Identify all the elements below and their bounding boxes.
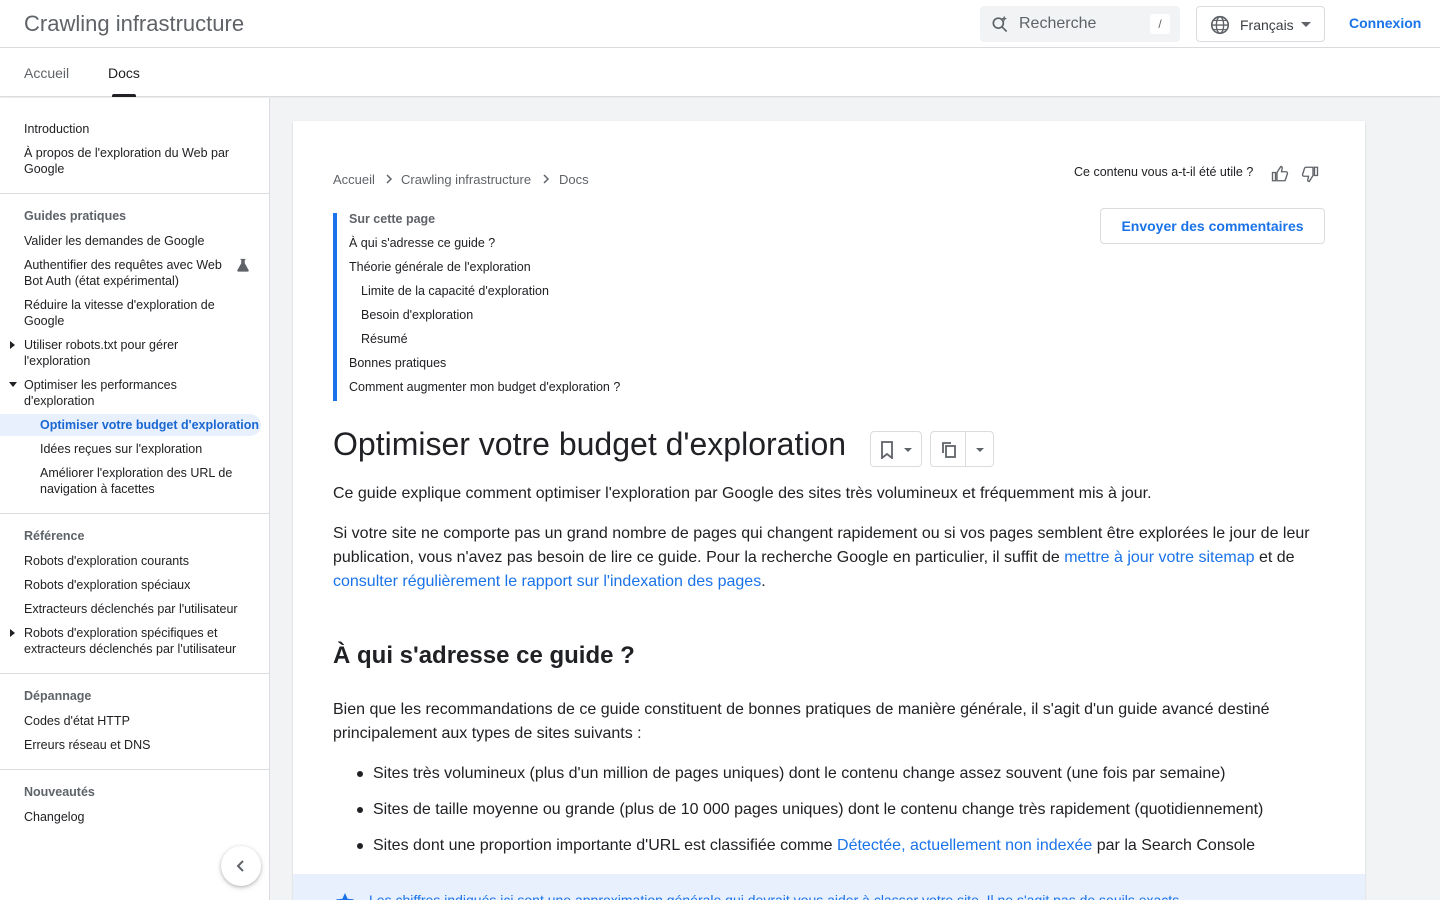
- bullet-dot: [357, 807, 363, 813]
- star-icon: [336, 893, 354, 900]
- button-divider: [965, 432, 966, 466]
- list-item: Sites dont une proportion importante d'U…: [373, 834, 1255, 858]
- sidebar-item-user-fetchers[interactable]: Extracteurs déclenchés par l'utilisateur: [24, 601, 256, 617]
- chevron-right-icon: [386, 174, 393, 184]
- flask-icon: [237, 258, 249, 272]
- copy-icon: [942, 442, 956, 458]
- sitemap-link[interactable]: mettre à jour votre sitemap: [1064, 549, 1254, 566]
- sidebar-heading-troubleshooting: Dépannage: [24, 689, 92, 703]
- sidebar-divider: [0, 513, 269, 514]
- paragraph: Bien que les recommandations de ce guide…: [333, 701, 1270, 742]
- list-item-text: Sites dont une proportion importante d'U…: [373, 837, 838, 854]
- sidebar-divider: [0, 673, 269, 674]
- sidebar-item-verify-requests[interactable]: Valider les demandes de Google: [24, 233, 256, 249]
- thumb-down-icon[interactable]: [1301, 165, 1319, 183]
- intro-paragraph: Ce guide explique comment optimiser l'ex…: [333, 485, 1152, 502]
- collapse-sidebar-button[interactable]: [221, 846, 261, 886]
- sidebar-item-robots-txt[interactable]: Utiliser robots.txt pour gérer l'explora…: [24, 337, 204, 369]
- sidebar-divider: [0, 193, 269, 194]
- tab-bar: Accueil Docs: [0, 48, 1440, 97]
- tab-accueil[interactable]: Accueil: [24, 65, 69, 81]
- breadcrumb-crawling[interactable]: Crawling infrastructure: [401, 172, 531, 187]
- sidebar-item-about-crawling[interactable]: À propos de l'exploration du Web par Goo…: [24, 145, 256, 177]
- sidebar-item-reduce-crawl-rate[interactable]: Réduire la vitesse d'exploration de Goog…: [24, 297, 234, 329]
- sidebar-divider: [0, 769, 269, 770]
- collapse-arrow-icon[interactable]: [9, 382, 17, 387]
- list-item: Sites de taille moyenne ou grande (plus …: [373, 801, 1264, 818]
- chevron-down-icon[interactable]: [976, 448, 984, 452]
- thumb-up-icon[interactable]: [1271, 165, 1289, 183]
- breadcrumb-home[interactable]: Accueil: [333, 172, 375, 187]
- discovered-not-indexed-link[interactable]: Détectée, actuellement non indexée: [837, 837, 1092, 854]
- sidebar-heading-reference: Référence: [24, 529, 85, 543]
- page-indexing-report-link[interactable]: consulter régulièrement le rapport sur l…: [333, 573, 761, 590]
- expand-arrow-icon[interactable]: [10, 341, 15, 349]
- bullet-dot: [357, 843, 363, 849]
- sidebar-item-web-bot-auth[interactable]: Authentifier des requêtes avec Web Bot A…: [24, 257, 229, 289]
- page-title: Optimiser votre budget d'exploration: [333, 426, 847, 462]
- breadcrumb-docs[interactable]: Docs: [559, 172, 589, 187]
- list-item: Sites très volumineux (plus d'un million…: [373, 765, 1226, 782]
- toc-item[interactable]: Bonnes pratiques: [349, 356, 446, 370]
- chevron-down-icon: [904, 448, 912, 452]
- sidebar-item-optimize-performance[interactable]: Optimiser les performances d'exploration: [24, 377, 204, 409]
- paragraph: Si votre site ne comporte pas un grand n…: [333, 522, 1323, 594]
- sidebar-item-introduction[interactable]: Introduction: [24, 121, 256, 137]
- send-feedback-button[interactable]: Envoyer des commentaires: [1100, 208, 1325, 244]
- article-card: Accueil Crawling infrastructure Docs Ce …: [293, 121, 1365, 900]
- sidebar-item-crawl-budget[interactable]: Optimiser votre budget d'exploration: [40, 417, 272, 433]
- helpful-question: Ce contenu vous a-t-il été utile ?: [1074, 165, 1254, 179]
- language-selector[interactable]: Français: [1196, 6, 1325, 42]
- tab-docs[interactable]: Docs: [108, 65, 140, 81]
- toc-item[interactable]: À qui s'adresse ce guide ?: [349, 236, 495, 250]
- sidebar-heading-news: Nouveautés: [24, 785, 95, 799]
- active-tab-indicator: [112, 94, 136, 97]
- site-title[interactable]: Crawling infrastructure: [24, 11, 244, 37]
- chevron-down-icon: [1301, 22, 1311, 27]
- search-shortcut-key: /: [1150, 14, 1170, 34]
- search-box[interactable]: Recherche /: [980, 6, 1180, 42]
- search-placeholder: Recherche: [1019, 15, 1097, 32]
- search-spark-icon: [992, 15, 1008, 33]
- top-bar: Crawling infrastructure Recherche / Fran…: [0, 0, 1440, 48]
- signin-link[interactable]: Connexion: [1349, 15, 1421, 31]
- sidebar-item-network-dns[interactable]: Erreurs réseau et DNS: [24, 737, 256, 753]
- bookmark-button[interactable]: [870, 431, 922, 467]
- globe-icon: [1210, 15, 1230, 35]
- sidebar-heading-guides: Guides pratiques: [24, 209, 127, 223]
- toc-item[interactable]: Résumé: [361, 332, 408, 346]
- note-callout: Les chiffres indiqués ici sont une appro…: [293, 874, 1365, 900]
- sidebar-item-http-status[interactable]: Codes d'état HTTP: [24, 713, 256, 729]
- chevron-right-icon: [543, 174, 550, 184]
- sidebar-item-special-crawlers[interactable]: Robots d'exploration spéciaux: [24, 577, 256, 593]
- table-of-contents: Sur cette page À qui s'adresse ce guide …: [333, 212, 653, 401]
- note-text: Les chiffres indiqués ici sont une appro…: [369, 892, 1184, 900]
- copy-button-group[interactable]: [930, 431, 994, 467]
- paragraph-text: .: [761, 573, 766, 590]
- toc-item[interactable]: Besoin d'exploration: [361, 308, 473, 322]
- toc-title: Sur cette page: [349, 212, 436, 226]
- toc-item[interactable]: Comment augmenter mon budget d'explorati…: [349, 380, 620, 394]
- chevron-left-icon: [236, 860, 244, 872]
- list-item-text: par la Search Console: [1092, 837, 1256, 854]
- toc-item[interactable]: Théorie générale de l'exploration: [349, 260, 531, 274]
- sidebar-item-common-crawlers[interactable]: Robots d'exploration courants: [24, 553, 256, 569]
- bookmark-icon: [881, 441, 893, 459]
- language-label: Français: [1240, 17, 1294, 33]
- sidebar-nav: Introduction À propos de l'exploration d…: [0, 98, 270, 900]
- sidebar-item-specific-crawlers[interactable]: Robots d'exploration spécifiques et extr…: [24, 625, 254, 657]
- paragraph-text: et de: [1254, 549, 1295, 566]
- sidebar-item-faceted-navigation[interactable]: Améliorer l'exploration des URL de navig…: [40, 465, 255, 497]
- expand-arrow-icon[interactable]: [10, 629, 15, 637]
- sidebar-item-changelog[interactable]: Changelog: [24, 809, 256, 825]
- sidebar-item-crawl-myths[interactable]: Idées reçues sur l'exploration: [40, 441, 272, 457]
- toc-item[interactable]: Limite de la capacité d'exploration: [361, 284, 549, 298]
- bullet-dot: [357, 771, 363, 777]
- section-heading: À qui s'adresse ce guide ?: [333, 642, 635, 669]
